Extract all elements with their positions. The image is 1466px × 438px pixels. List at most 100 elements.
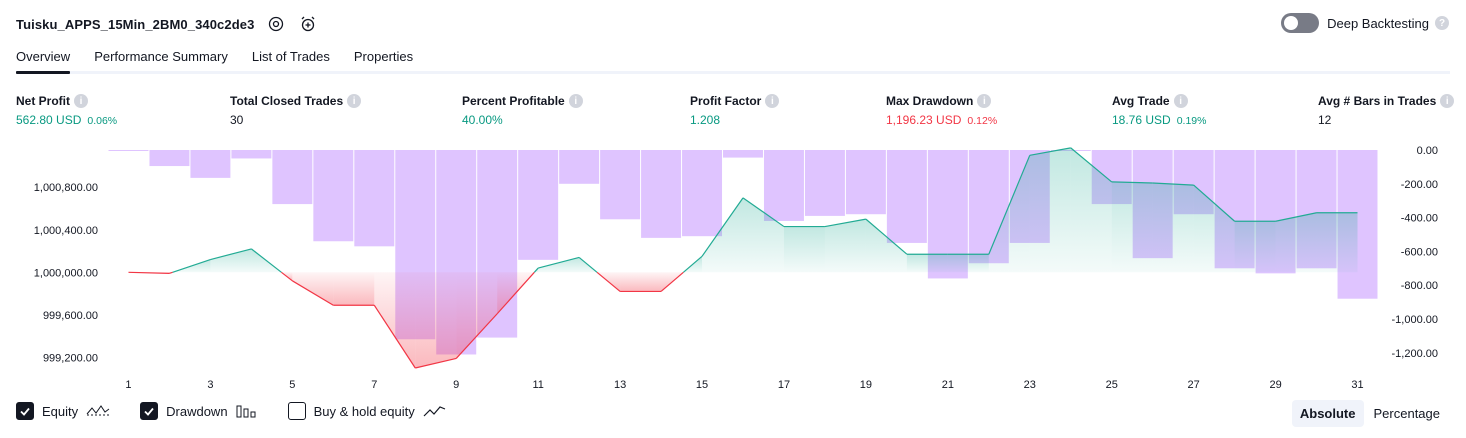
drawdown-bar [845,150,886,215]
chart-legend: Equity Drawdown Buy & hold equity [16,402,477,420]
value-mode-switch: Absolute Percentage [1290,400,1448,427]
trade-tick-label: 21 [942,379,954,391]
drawdown-bar [149,150,190,167]
metric-value: 1,196.23 USD [886,113,962,127]
equity-tick-label: 1,000,400.00 [34,225,98,237]
equity-fill-negative [456,272,498,359]
metric-label: Percent Profitable [462,94,565,108]
metric-value: 1.208 [690,113,721,127]
equity-fill-positive [947,254,989,273]
deep-backtesting: Deep Backtesting ? [1281,13,1449,33]
equity-fill-positive [783,226,825,273]
metric-percent: 0.12% [967,115,998,127]
info-icon[interactable]: i [1173,94,1188,108]
metric-value: 30 [230,113,244,127]
drawdown-tick-label: -400.00 [1401,213,1438,225]
metric-value: 18.76 USD [1112,113,1171,127]
drawdown-bar [190,150,231,178]
info-icon[interactable]: i [765,94,780,108]
drawdown-bars-icon [236,404,258,418]
metric-label: Avg Trade [1112,94,1170,108]
equity-fill-positive [1275,212,1317,273]
drawdown-tick-label: -800.00 [1401,280,1438,292]
strategy-title: Tuisku_APPS_15Min_2BM0_340c2de3 [16,16,255,32]
legend-buy-hold[interactable]: Buy & hold equity [287,402,447,420]
metric-percent-profitable: Percent Profitable i 40.00% [462,94,583,127]
metric-label: Profit Factor [690,94,762,108]
percentage-button[interactable]: Percentage [1366,400,1449,427]
trade-tick-label: 11 [532,379,543,391]
equity-fill-negative [292,272,334,306]
trade-tick-label: 9 [453,379,459,391]
drawdown-tick-label: 0.00 [1417,145,1438,157]
equity-fill-positive [1234,221,1276,273]
equity-checkbox[interactable] [16,402,34,420]
buy-hold-line-icon [423,404,447,418]
drawdown-tick-label: -200.00 [1401,179,1438,191]
trade-tick-label: 3 [207,379,213,391]
drawdown-bar [886,150,927,243]
absolute-button[interactable]: Absolute [1291,400,1364,427]
drawdown-bar [354,150,395,247]
metric-net-profit: Net Profit i 562.80 USD 0.06% [16,94,117,127]
tab-properties[interactable]: Properties [354,46,413,71]
trade-tick-label: 19 [860,379,872,391]
equity-fill-negative [333,272,375,306]
trade-tick-label: 13 [614,379,626,391]
metric-label: Total Closed Trades [230,94,344,108]
drawdown-bar [723,150,763,158]
drawdown-bar [313,150,354,242]
tab-overview[interactable]: Overview [16,46,71,74]
equity-fill-positive [824,219,866,273]
info-icon[interactable]: i [347,94,362,108]
info-icon[interactable]: i [568,94,583,108]
equity-fill-positive [1316,212,1358,273]
metric-value: 12 [1318,113,1332,127]
metric-avg-bars-in-trades: Avg # Bars in Trades i 12 [1318,94,1455,127]
equity-fill-positive [1029,147,1071,273]
equity-axis: 1,000,800.00 1,000,400.00 1,000,000.00 999,… [34,182,98,364]
deep-backtesting-toggle[interactable] [1281,13,1320,33]
trade-tick-label: 1 [125,379,131,391]
metric-avg-trade: Avg Trade i 18.76 USD 0.19% [1112,94,1206,127]
legend-label: Equity [42,403,79,419]
metric-percent: 0.06% [87,115,118,127]
equity-fill [128,147,1358,368]
trade-tick-label: 27 [1188,379,1200,391]
drawdown-bar [641,150,682,238]
equity-tick-label: 999,200.00 [43,352,98,364]
legend-drawdown[interactable]: Drawdown [140,402,257,420]
drawdown-bar [518,150,559,260]
drawdown-bar [108,150,149,151]
tab-performance-summary[interactable]: Performance Summary [94,46,228,71]
legend-equity[interactable]: Equity [16,402,110,420]
equity-tick-label: 999,600.00 [43,310,98,322]
metric-total-closed-trades: Total Closed Trades i 30 [230,94,362,127]
metric-percent: 0.19% [1176,115,1207,127]
equity-drawdown-chart: 1,000,800.00 1,000,400.00 1,000,000.00 999,… [34,145,1438,391]
info-icon[interactable]: i [1440,94,1455,108]
deep-backtesting-label: Deep Backtesting [1327,15,1429,31]
info-icon[interactable]: i [74,94,88,108]
drawdown-axis: 0.00 -200.00 -400.00 -600.00 -800.00 -1,000.0… [1392,145,1438,360]
add-alert-icon[interactable] [298,14,318,34]
trade-tick-label: 17 [778,379,790,391]
drawdown-bar [600,150,641,220]
buy-hold-checkbox[interactable] [287,402,306,420]
trade-tick-label: 5 [289,379,295,391]
info-icon[interactable]: i [977,94,992,108]
drawdown-checkbox[interactable] [140,402,159,420]
drawdown-bar [272,150,313,205]
settings-icon[interactable] [266,14,286,34]
metric-label: Max Drawdown [886,94,974,108]
equity-line-icon [86,404,110,418]
trade-tick-label: 7 [371,379,377,391]
drawdown-bar [231,150,272,159]
strategy-header: Tuisku_APPS_15Min_2BM0_340c2de3 [16,12,318,36]
metric-max-drawdown: Max Drawdown i 1,196.23 USD 0.12% [886,94,997,127]
metric-profit-factor: Profit Factor i 1.208 [690,94,780,127]
equity-fill-positive [210,248,252,273]
equity-fill-negative [374,272,416,368]
tab-list-of-trades[interactable]: List of Trades [252,46,330,71]
help-icon[interactable]: ? [1435,16,1449,30]
